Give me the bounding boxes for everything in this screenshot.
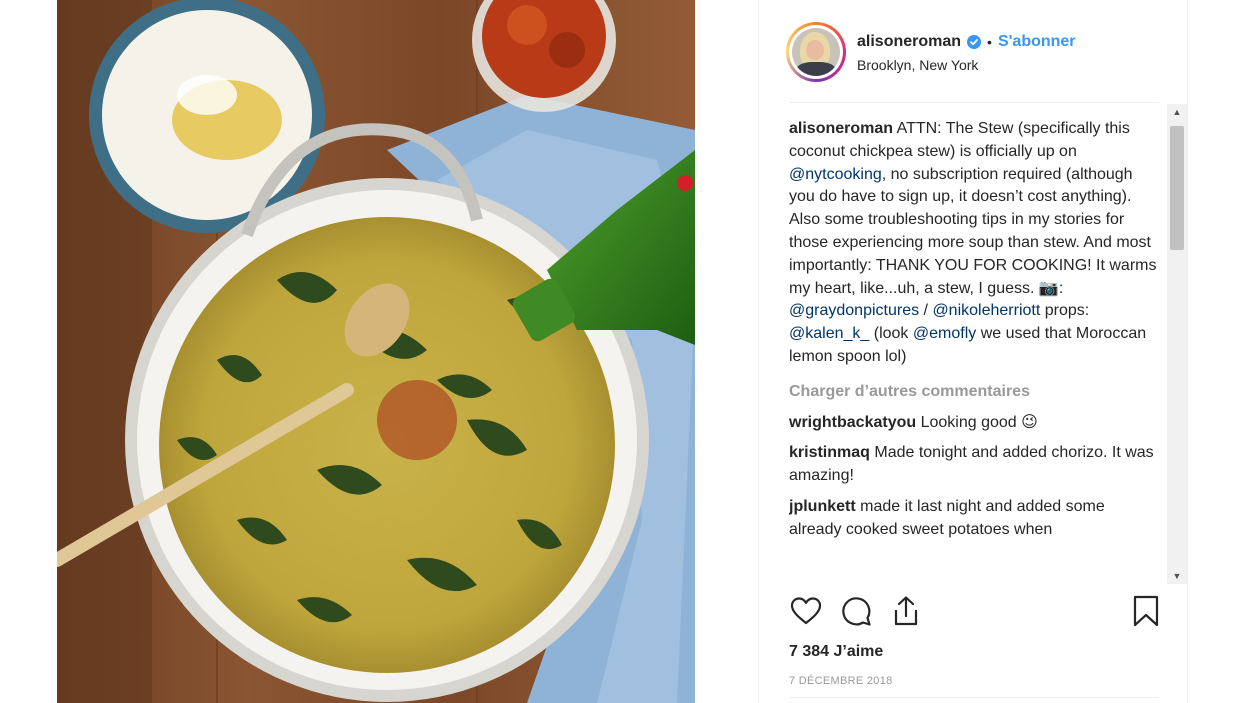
- load-more-comments-button[interactable]: Charger d’autres commentaires: [789, 381, 1159, 404]
- post-photo[interactable]: [57, 0, 695, 703]
- caption-text: props:: [1040, 302, 1090, 320]
- post-header: alisoneroman • S'abonner Brooklyn, New Y…: [759, 0, 1189, 84]
- comment-item: wrightbackatyou Looking good 😉: [789, 412, 1159, 435]
- mention-link[interactable]: @nytcooking: [789, 166, 882, 183]
- caption-text: (look: [869, 325, 913, 343]
- mention-link[interactable]: @nikoleherriott: [932, 302, 1040, 319]
- comments-list[interactable]: alisoneroman ATTN: The Stew (specificall…: [789, 118, 1159, 586]
- username-link[interactable]: alisoneroman: [857, 33, 961, 51]
- post-panel: alisoneroman • S'abonner Brooklyn, New Y…: [758, 0, 1188, 703]
- post-date[interactable]: 7 DÉCEMBRE 2018: [789, 675, 893, 687]
- follow-button[interactable]: S'abonner: [998, 33, 1076, 51]
- likes-count[interactable]: 7 384 J’aime: [789, 643, 883, 661]
- verified-badge-icon: [967, 35, 982, 49]
- mention-link[interactable]: @graydonpictures: [789, 302, 919, 319]
- comment-username[interactable]: jplunkett: [789, 498, 856, 515]
- mention-link[interactable]: @emofly: [913, 325, 976, 342]
- separator-dot: •: [987, 34, 992, 50]
- heart-icon[interactable]: [789, 594, 825, 634]
- mention-link[interactable]: @kalen_k_: [789, 325, 869, 342]
- share-icon[interactable]: [889, 594, 925, 634]
- avatar[interactable]: [786, 22, 846, 82]
- comments-scrollbar[interactable]: ▲ ▼: [1167, 104, 1187, 584]
- bookmark-icon[interactable]: [1129, 594, 1165, 634]
- scroll-down-arrow-icon[interactable]: ▼: [1167, 568, 1187, 584]
- header-divider: [789, 102, 1159, 103]
- comment-username[interactable]: kristinmaq: [789, 444, 870, 461]
- caption-text: /: [919, 302, 933, 320]
- comment-item: jplunkett made it last night and added s…: [789, 496, 1159, 542]
- scrollbar-thumb[interactable]: [1170, 126, 1184, 250]
- location-link[interactable]: Brooklyn, New York: [857, 57, 978, 73]
- avatar-image: [792, 28, 840, 76]
- comment-text: Looking good 😉: [916, 413, 1038, 431]
- scroll-up-arrow-icon[interactable]: ▲: [1167, 104, 1187, 120]
- comment-item: kristinmaq Made tonight and added choriz…: [789, 442, 1159, 488]
- post-caption: alisoneroman ATTN: The Stew (specificall…: [789, 118, 1159, 369]
- header-user-line: alisoneroman • S'abonner: [857, 32, 1076, 52]
- comment-username[interactable]: wrightbackatyou: [789, 414, 916, 431]
- footer-divider: [789, 697, 1159, 698]
- stew-photo-illustration: [57, 0, 695, 703]
- caption-text: , no subscription required (although you…: [789, 165, 1157, 297]
- caption-username[interactable]: alisoneroman: [789, 120, 893, 137]
- comment-icon[interactable]: [839, 594, 875, 634]
- post-actions: [789, 594, 1159, 634]
